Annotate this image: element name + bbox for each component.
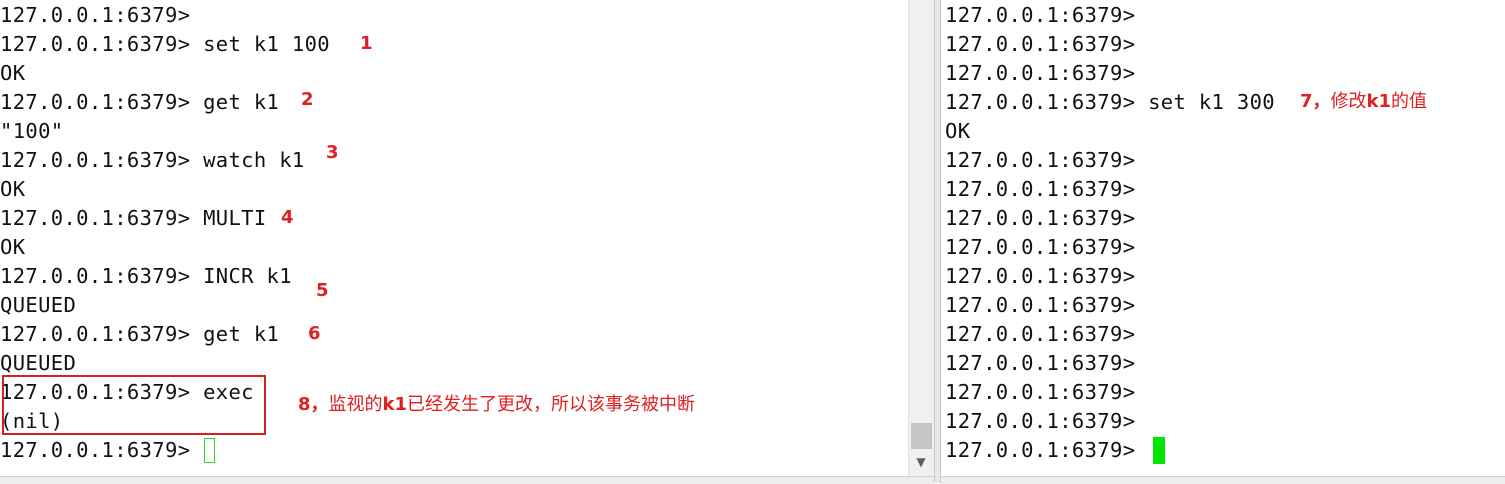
annotation-step-8-text: 监视的 xyxy=(328,394,383,415)
terminal-line: 127.0.0.1:6379> set k1 300 xyxy=(945,90,1275,114)
annotation-step-8: 8，监视的k1已经发生了更改，所以该事务被中断 xyxy=(298,390,695,416)
annotation-step-5: 5 xyxy=(316,280,329,301)
terminal-line: 127.0.0.1:6379> watch k1 xyxy=(0,148,305,172)
terminal-line: 127.0.0.1:6379> xyxy=(945,293,1136,317)
terminal-line: QUEUED xyxy=(0,351,77,375)
terminal-line: 127.0.0.1:6379> xyxy=(945,61,1136,85)
terminal-line: 127.0.0.1:6379> get k1 xyxy=(0,90,280,114)
terminal-line: 127.0.0.1:6379> xyxy=(0,3,191,27)
terminal-line: 127.0.0.1:6379> xyxy=(945,322,1136,346)
terminal-prompt-line: 127.0.0.1:6379> xyxy=(0,438,204,462)
terminal-line: 127.0.0.1:6379> xyxy=(945,206,1136,230)
annotation-step-8-text-rest: 已经发生了更改，所以该事务被中断 xyxy=(407,394,696,415)
annotation-step-7-number: 7， xyxy=(1300,91,1331,112)
terminal-cursor xyxy=(204,438,215,463)
right-terminal-pane[interactable]: 127.0.0.1:6379> 127.0.0.1:6379> 127.0.0.… xyxy=(941,0,1505,476)
annotation-step-7-text-rest: 的值 xyxy=(1391,91,1428,112)
annotation-step-1: 1 xyxy=(360,33,373,54)
terminal-line: 127.0.0.1:6379> MULTI xyxy=(0,206,267,230)
terminal-line: OK xyxy=(0,61,26,85)
terminal-line: 127.0.0.1:6379> set k1 100 xyxy=(0,32,330,56)
exec-highlight-box xyxy=(2,375,266,435)
scrollbar-thumb[interactable] xyxy=(911,423,932,449)
annotation-step-4: 4 xyxy=(281,207,294,228)
terminal-line: 127.0.0.1:6379> INCR k1 xyxy=(0,264,292,288)
terminal-line: QUEUED xyxy=(0,293,77,317)
vertical-scrollbar[interactable]: ▼ xyxy=(908,0,934,476)
terminal-prompt-line: 127.0.0.1:6379> xyxy=(945,438,1149,462)
left-terminal-pane[interactable]: 127.0.0.1:6379> 127.0.0.1:6379> set k1 1… xyxy=(0,0,908,476)
annotation-step-2: 2 xyxy=(301,89,314,110)
terminal-line: 127.0.0.1:6379> get k1 xyxy=(0,322,280,346)
annotation-step-3: 3 xyxy=(326,142,339,163)
terminal-line: 127.0.0.1:6379> xyxy=(945,409,1136,433)
annotation-step-7-key: k1 xyxy=(1366,91,1392,112)
annotation-step-8-number: 8， xyxy=(298,394,329,415)
terminal-line: 127.0.0.1:6379> xyxy=(945,148,1136,172)
terminal-cursor xyxy=(1153,437,1165,464)
annotation-step-7-text: 修改 xyxy=(1330,91,1367,112)
annotation-step-8-key: k1 xyxy=(382,394,408,415)
terminal-line: 127.0.0.1:6379> xyxy=(945,32,1136,56)
terminal-line: OK xyxy=(0,177,26,201)
terminal-line: 127.0.0.1:6379> xyxy=(945,235,1136,259)
annotation-step-7: 7，修改k1的值 xyxy=(1300,87,1427,113)
terminal-line: 127.0.0.1:6379> xyxy=(945,177,1136,201)
terminal-line: "100" xyxy=(0,119,64,143)
terminal-line: 127.0.0.1:6379> xyxy=(945,351,1136,375)
chevron-down-icon[interactable]: ▼ xyxy=(913,454,929,470)
terminal-line: 127.0.0.1:6379> xyxy=(945,3,1136,27)
terminal-line: 127.0.0.1:6379> xyxy=(945,264,1136,288)
pane-splitter[interactable] xyxy=(934,0,941,483)
terminal-line: OK xyxy=(945,119,971,143)
annotation-step-6: 6 xyxy=(308,323,321,344)
terminal-line: 127.0.0.1:6379> xyxy=(945,380,1136,404)
terminal-line: OK xyxy=(0,235,26,259)
